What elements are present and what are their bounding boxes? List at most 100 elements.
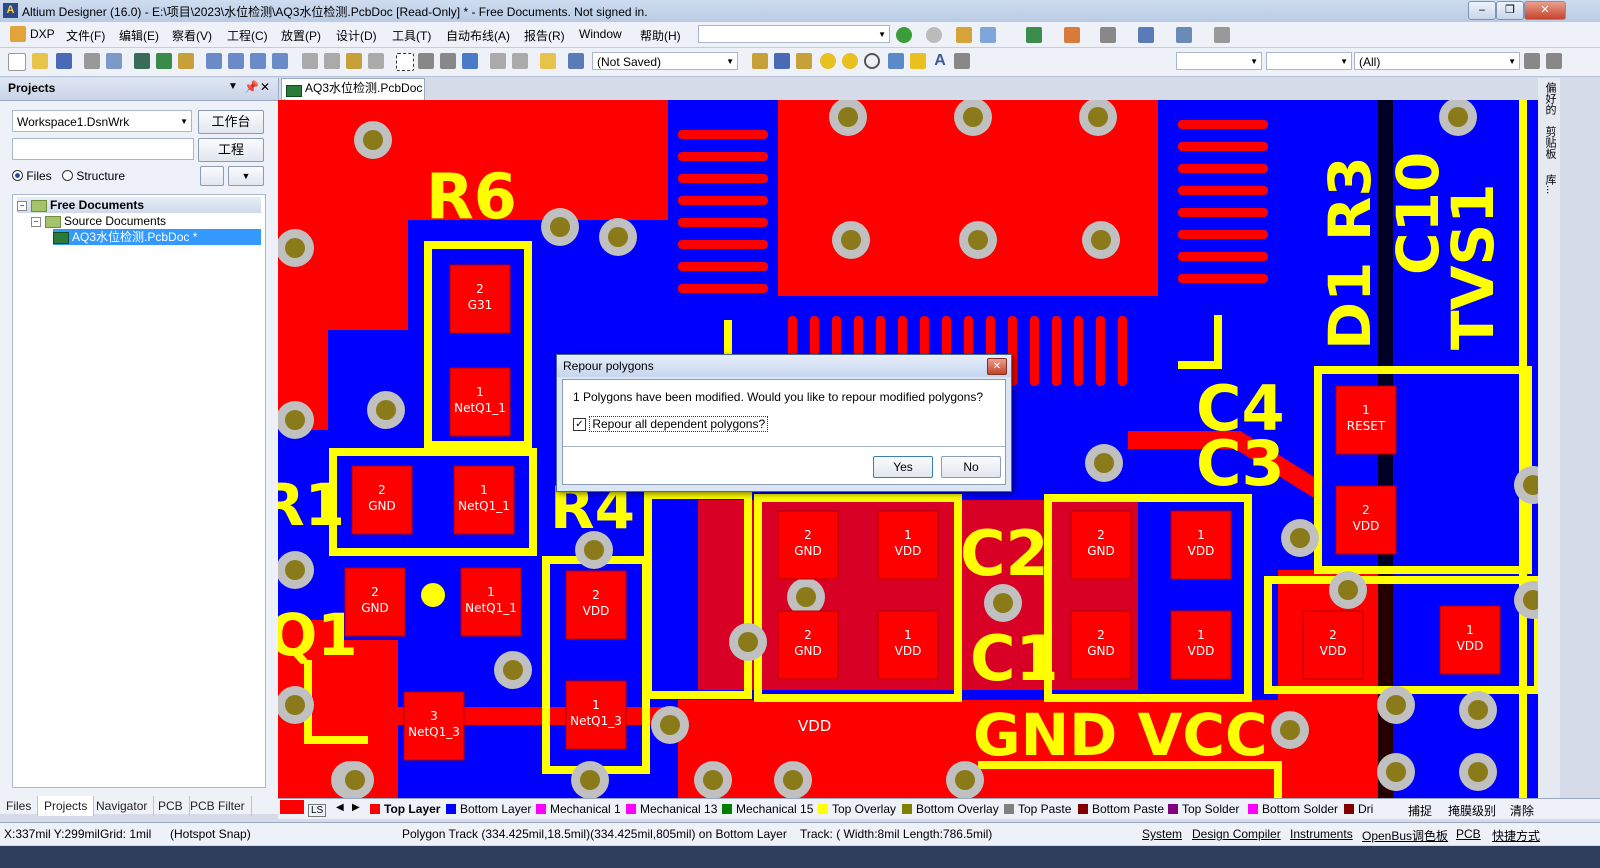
print-preview-icon[interactable] — [106, 53, 122, 69]
arc-icon[interactable] — [864, 53, 880, 69]
panel-close-icon[interactable]: ✕ — [260, 80, 270, 94]
zoom-filter-icon[interactable] — [272, 53, 288, 69]
home-icon[interactable] — [956, 27, 972, 43]
fill-icon[interactable] — [888, 53, 904, 69]
layer-tab-top-overlay[interactable]: Top Overlay — [818, 802, 896, 816]
route-icon[interactable] — [752, 53, 768, 69]
restore-button[interactable]: ❐ — [1496, 1, 1524, 20]
layer-tab-mech1[interactable]: Mechanical 1 — [536, 802, 621, 816]
tab-pcb-filter[interactable]: PCB Filter — [184, 796, 252, 816]
zoom-area-icon[interactable] — [228, 53, 244, 69]
minimize-button[interactable]: – — [1468, 1, 1496, 20]
back-icon[interactable] — [896, 27, 912, 43]
dxp-icon[interactable] — [10, 26, 26, 42]
forward-icon[interactable] — [926, 27, 942, 43]
polygon-icon[interactable] — [910, 53, 926, 69]
close-button[interactable]: ✕ — [1524, 1, 1566, 20]
menu-place[interactable]: 放置(P) — [281, 27, 321, 44]
menu-design[interactable]: 设计(D) — [336, 27, 377, 44]
project-combo[interactable] — [12, 138, 194, 160]
panel-design-compiler[interactable]: Design Compiler — [1192, 827, 1281, 841]
browse-icon[interactable] — [568, 53, 584, 69]
tab-projects[interactable]: Projects — [38, 796, 95, 816]
cut-icon[interactable] — [302, 53, 318, 69]
layer-scroll-left-icon[interactable]: ◀ — [336, 802, 344, 813]
panel-system[interactable]: System — [1142, 827, 1182, 841]
panel-menu-icon[interactable]: ▼ — [228, 81, 238, 92]
zoom-selected-icon[interactable] — [250, 53, 266, 69]
layer-tab-mech15[interactable]: Mechanical 15 — [722, 802, 813, 816]
panel-openbus[interactable]: OpenBus调色板 — [1362, 827, 1448, 844]
menu-view[interactable]: 察看(V) — [172, 27, 212, 44]
select-area-icon[interactable] — [396, 53, 414, 71]
snap-button[interactable]: 捕捉 — [1408, 802, 1432, 819]
library-icon[interactable] — [178, 53, 194, 69]
filter-combo-1[interactable]: ▼ — [1176, 52, 1262, 70]
menu-tools[interactable]: 工具(T) — [392, 27, 431, 44]
menu-autoroute[interactable]: 自动布线(A) — [446, 27, 510, 44]
layer-tab-bottom[interactable]: Bottom Layer — [446, 802, 531, 816]
tree-row-source-documents[interactable]: − Source Documents — [31, 213, 166, 229]
refresh-icon[interactable] — [980, 27, 996, 43]
cross-probe-icon[interactable] — [540, 53, 556, 69]
menu-file[interactable]: 文件(F) — [66, 27, 105, 44]
room-icon[interactable] — [1176, 27, 1192, 43]
compile-icon[interactable] — [200, 166, 224, 186]
panel-shortcuts[interactable]: 快捷方式 — [1492, 827, 1540, 844]
filter-clear-icon[interactable] — [1546, 53, 1562, 69]
filter-combo-2[interactable]: ▼ — [1266, 52, 1352, 70]
menu-help[interactable]: 帮助(H) — [640, 27, 681, 44]
string-icon[interactable]: A — [932, 53, 948, 69]
panel-instruments[interactable]: Instruments — [1290, 827, 1353, 841]
layer-tab-drill[interactable]: Dri — [1344, 802, 1373, 816]
save-icon[interactable] — [56, 53, 72, 69]
variant-combo[interactable]: (Not Saved) ▼ — [592, 52, 738, 70]
yes-button[interactable]: Yes — [873, 456, 933, 478]
select-icon[interactable] — [1100, 27, 1116, 43]
collapse-icon[interactable]: − — [17, 200, 27, 211]
project-options-icon[interactable]: ▼ — [228, 166, 264, 186]
layer-tab-top-paste[interactable]: Top Paste — [1004, 802, 1071, 816]
layer-tab-bottom-solder[interactable]: Bottom Solder — [1248, 802, 1338, 816]
diff-pair-icon[interactable] — [774, 53, 790, 69]
structure-radio[interactable]: Structure — [62, 169, 125, 183]
menu-dxp[interactable]: DXP — [30, 27, 55, 41]
redo-icon[interactable] — [512, 53, 528, 69]
menu-reports[interactable]: 报告(R) — [524, 27, 565, 44]
tab-clipboard[interactable]: 剪贴板 — [1540, 126, 1558, 159]
pin-icon[interactable]: 📌 — [244, 80, 259, 94]
tab-navigator[interactable]: Navigator — [90, 796, 155, 816]
pad-icon[interactable] — [820, 53, 836, 69]
mask-level-button[interactable]: 掩膜级别 — [1448, 802, 1496, 819]
repour-checkbox[interactable]: ✓ Repour all dependent polygons? — [573, 416, 769, 432]
clear-button[interactable]: 清除 — [1510, 802, 1534, 819]
layer-tab-mech13[interactable]: Mechanical 13 — [626, 802, 717, 816]
tab-libraries[interactable]: 库... — [1540, 174, 1558, 194]
clear-filter-icon[interactable] — [462, 53, 478, 69]
move-icon[interactable] — [418, 53, 434, 69]
checkbox-box[interactable]: ✓ — [573, 418, 586, 432]
new-icon[interactable] — [8, 53, 26, 71]
undo-icon[interactable] — [490, 53, 506, 69]
menu-project[interactable]: 工程(C) — [227, 27, 268, 44]
tree-row-pcbdoc[interactable]: AQ3水位检测.PcbDoc * — [53, 229, 261, 245]
align-icon[interactable] — [1064, 27, 1080, 43]
layer-tab-bottom-paste[interactable]: Bottom Paste — [1078, 802, 1164, 816]
tab-favorites[interactable]: 偏好的 — [1540, 82, 1558, 115]
tree-row-free-documents[interactable]: − Free Documents — [17, 197, 261, 213]
workspace-button[interactable]: 工作台 — [198, 110, 264, 134]
layer-scroll-right-icon[interactable]: ▶ — [352, 802, 360, 813]
layer-tab-top-solder[interactable]: Top Solder — [1168, 802, 1239, 816]
tab-files[interactable]: Files — [0, 796, 39, 816]
layer-tab-top[interactable]: Top Layer — [370, 802, 440, 816]
multi-route-icon[interactable] — [796, 53, 812, 69]
3d-icon[interactable] — [134, 53, 150, 69]
files-radio[interactable]: Files — [12, 169, 52, 183]
paste-icon[interactable] — [346, 53, 362, 69]
open-icon[interactable] — [32, 53, 48, 69]
tab-pcbdoc[interactable]: AQ3水位检测.PcbDoc * — [281, 78, 425, 111]
project-button[interactable]: 工程 — [198, 138, 264, 162]
dialog-close-icon[interactable]: ✕ — [987, 358, 1007, 375]
filter-all-combo[interactable]: (All) ▼ — [1354, 52, 1520, 70]
menu-window[interactable]: Window — [579, 27, 622, 41]
